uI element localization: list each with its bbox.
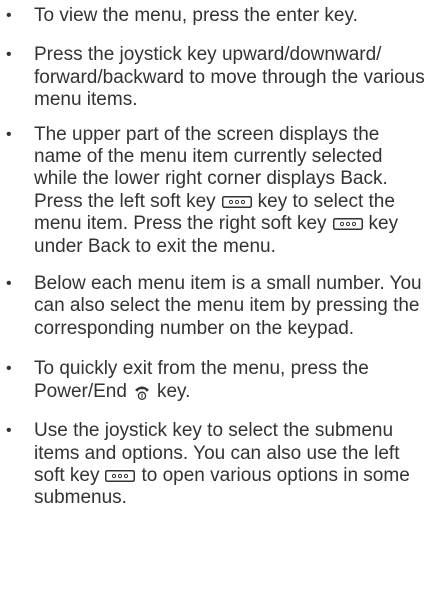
bullet-text: Below each menu item is a small number. …: [34, 273, 428, 340]
bullet-marker: •: [6, 46, 12, 64]
bullet-marker: •: [6, 125, 12, 143]
bullet-text-part: To view the menu, press the enter key.: [34, 5, 358, 26]
bullet-text: The upper part of the screen displays th…: [34, 124, 428, 258]
bullet-text-part: Press the joystick key upward/downward/ …: [34, 44, 425, 111]
bullet-item-joystick-navigation: • Press the joystick key upward/downward…: [0, 44, 428, 111]
bullet-text: Press the joystick key upward/downward/ …: [34, 44, 428, 111]
bullet-item-submenus: • Use the joystick key to select the sub…: [0, 420, 428, 510]
bullet-text-part: To quickly exit from the menu, press the…: [34, 358, 369, 402]
bullet-marker: •: [6, 7, 12, 24]
bullet-text-part: Below each menu item is a small number. …: [34, 273, 422, 339]
bullet-marker: •: [6, 360, 12, 378]
bullet-marker: •: [6, 422, 12, 440]
bullet-text: Use the joystick key to select the subme…: [34, 420, 428, 510]
bullet-text: To quickly exit from the menu, press the…: [34, 358, 428, 403]
bullet-item-quick-exit: • To quickly exit from the menu, press t…: [0, 358, 428, 403]
soft-key-icon: [221, 195, 252, 208]
bullet-item-soft-keys: • The upper part of the screen displays …: [0, 124, 428, 258]
instruction-page: • To view the menu, press the enter key.…: [0, 0, 436, 602]
bullet-item-view-menu: • To view the menu, press the enter key.: [0, 5, 428, 27]
bullet-item-menu-numbers: • Below each menu item is a small number…: [0, 273, 428, 340]
soft-key-icon: [105, 469, 136, 482]
bullet-text: To view the menu, press the enter key.: [34, 5, 428, 27]
soft-key-icon: [332, 218, 363, 231]
power-end-key-icon: [133, 383, 151, 401]
bullet-marker: •: [6, 275, 12, 293]
bullet-text-part: key.: [156, 380, 191, 402]
